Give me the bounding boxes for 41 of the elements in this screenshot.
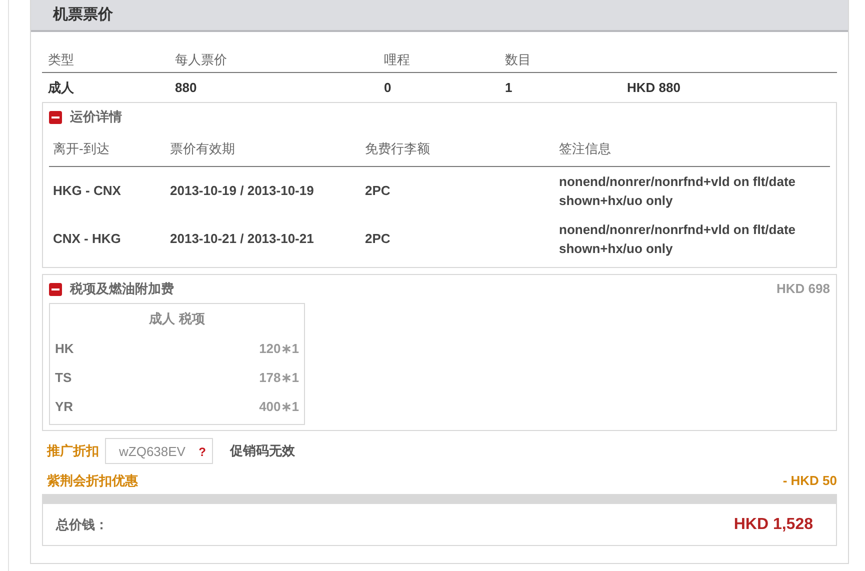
table-cell-text: 880 [175,78,198,97]
section-title: 税项及燃油附加费 [70,280,174,298]
table-cell-text: HK [55,340,74,358]
table-cell-text: 2013-10-21 / 2013-10-21 [170,230,315,248]
promo-label: 推广折扣 [47,442,99,460]
tax-amount: HKD 698 [776,280,830,298]
table-cell-text: HKD 880 [627,78,680,97]
table-cell-text: 400∗1 [259,398,299,416]
panel-title: 机票票价 [53,4,113,25]
help-link[interactable]: ? [198,443,206,461]
table-cell-text: 2PC [365,182,392,200]
table-cell-text: 2PC [365,230,392,248]
column-header: 哩程 [384,50,411,69]
collapse-icon[interactable] [49,110,62,124]
table-cell-text: HKG - CNX [53,182,122,200]
table-cell-text: 178∗1 [259,368,299,387]
table-cell-text: 成人 [48,78,75,97]
discount-amount: - HKD 50 [782,472,837,490]
table-cell-text: YR [55,398,74,416]
column-header: 免费行李额 [365,140,431,158]
section-title: 运价详情 [70,108,122,126]
column-header: 离开-到达 [53,140,110,158]
table-cell-text: nonend/nonrer/nonrfnd+vld on flt/date shown+hx/uo only [559,221,797,258]
table-cell-text: 0 [384,78,392,97]
total-amount: HKD 1,528 [734,514,813,534]
tax-table-title: 成人 税项 [149,310,205,328]
table-cell-text: 1 [505,78,514,97]
table-cell-text: nonend/nonrer/nonrfnd+vld on flt/date shown+hx/uo only [559,173,797,210]
total-label: 总价钱： [56,516,108,534]
column-header: 类型 [48,50,75,69]
column-header: 数目 [505,50,532,69]
table-cell-text: TS [55,368,72,387]
table-cell-text: 2013-10-19 / 2013-10-19 [170,182,315,200]
column-header: 签注信息 [559,140,611,158]
column-header: 票价有效期 [170,140,236,158]
collapse-icon[interactable] [49,282,62,296]
column-header: 每人票价 [175,50,228,69]
table-cell-text: 120∗1 [259,340,299,358]
discount-label: 紫荆会折扣优惠 [47,472,138,490]
table-cell-text: CNX - HKG [53,230,122,248]
promo-status: 促销码无效 [230,442,295,460]
